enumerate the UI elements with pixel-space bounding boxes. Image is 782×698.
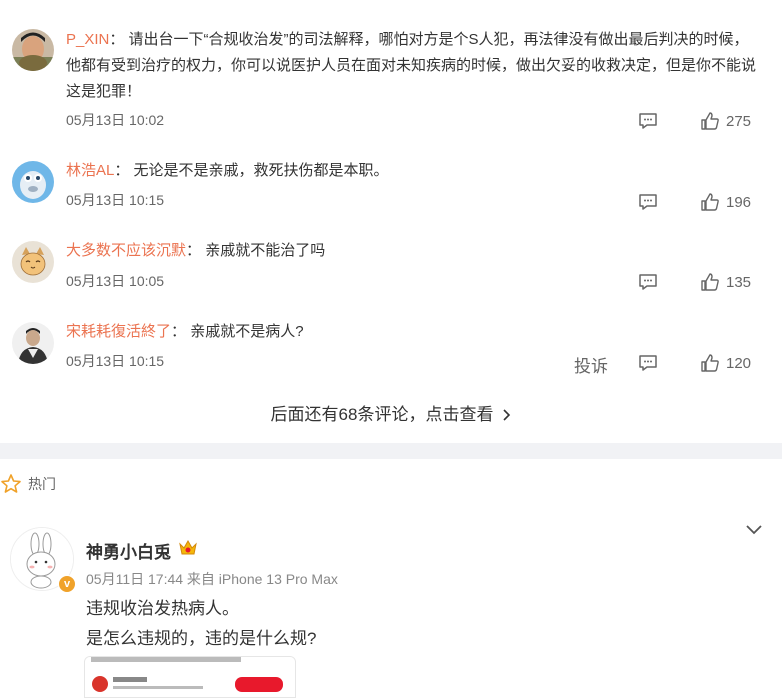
avatar-image bbox=[12, 161, 54, 203]
post-text-line-1: 违规收治发热病人。 bbox=[86, 599, 239, 618]
comment-time: 05月13日 10:05 bbox=[66, 273, 165, 289]
thumbs-up-icon bbox=[701, 193, 719, 211]
comment-body: 请出台一下“合规收治发”的司法解释，哪怕对方是个S人犯，再法律没有做出最后判决的… bbox=[66, 31, 757, 100]
hot-section-header: 热门 bbox=[0, 474, 56, 494]
comment-text: 宋耗耗復活終了： 亲戚就不是病人? bbox=[66, 323, 304, 340]
post-text-line-2: 是怎么违规的，违的是什么规? bbox=[86, 629, 317, 648]
reply-button[interactable] bbox=[638, 112, 658, 130]
chevron-right-icon bbox=[501, 406, 511, 426]
more-comments-label: 后面还有68条评论，点击查看 bbox=[270, 405, 494, 424]
comment-time: 05月13日 10:15 bbox=[66, 192, 165, 208]
star-icon bbox=[1, 474, 21, 493]
thumbs-up-icon bbox=[701, 354, 719, 372]
comment-body: 亲戚就不是病人? bbox=[190, 323, 304, 340]
thumbs-up-icon bbox=[701, 273, 719, 291]
like-button[interactable]: 196 bbox=[700, 192, 751, 212]
like-count: 196 bbox=[726, 193, 752, 211]
comment-body: 无论是不是亲戚，救死扶伤都是本职。 bbox=[133, 162, 389, 179]
crown-badge-icon bbox=[178, 538, 198, 558]
post-author[interactable]: 神勇小白兎 bbox=[86, 538, 171, 563]
avatar[interactable] bbox=[12, 322, 54, 364]
more-comments-link[interactable]: 后面还有68条评论，点击查看 bbox=[0, 400, 782, 426]
like-button[interactable]: 120 bbox=[700, 353, 751, 373]
avatar-image bbox=[12, 322, 54, 364]
reply-button[interactable] bbox=[638, 354, 658, 372]
post-image-preview[interactable] bbox=[84, 656, 296, 698]
like-button[interactable]: 135 bbox=[700, 272, 751, 292]
comment-text: P_XIN： 请出台一下“合规收治发”的司法解释，哪怕对方是个S人犯，再法律没有… bbox=[66, 31, 757, 100]
section-divider bbox=[0, 443, 782, 459]
comment-icon bbox=[639, 194, 657, 210]
comment-time: 05月13日 10:02 bbox=[66, 112, 165, 128]
avatar[interactable] bbox=[12, 29, 54, 71]
hot-label: 热门 bbox=[28, 476, 56, 492]
avatar-image bbox=[12, 241, 54, 283]
verified-badge-icon: v bbox=[58, 575, 76, 593]
chevron-down-icon[interactable] bbox=[744, 522, 764, 538]
screenshot-thumbnail bbox=[85, 657, 295, 697]
comment-username[interactable]: 林浩AL bbox=[66, 162, 114, 179]
like-button[interactable]: 275 bbox=[700, 111, 751, 131]
comment-icon bbox=[639, 274, 657, 290]
comment-username[interactable]: P_XIN bbox=[66, 31, 109, 48]
post-meta: 05月11日 17:44 来自 iPhone 13 Pro Max bbox=[86, 571, 338, 587]
avatar-image bbox=[12, 29, 54, 71]
comment-text: 大多数不应该沉默： 亲戚就不能治了吗 bbox=[66, 242, 326, 259]
like-count: 135 bbox=[726, 273, 752, 291]
report-button[interactable]: 投诉 bbox=[574, 352, 608, 377]
reply-button[interactable] bbox=[638, 273, 658, 291]
comment-body: 亲戚就不能治了吗 bbox=[205, 242, 326, 259]
reply-button[interactable] bbox=[638, 193, 658, 211]
comment-time: 05月13日 10:15 bbox=[66, 353, 165, 369]
comment-icon bbox=[639, 113, 657, 129]
comment-icon bbox=[639, 355, 657, 371]
avatar[interactable] bbox=[12, 161, 54, 203]
comment-text: 林浩AL： 无论是不是亲戚，救死扶伤都是本职。 bbox=[66, 162, 389, 179]
thumbs-up-icon bbox=[701, 112, 719, 130]
like-count: 275 bbox=[726, 112, 752, 130]
comment-username[interactable]: 大多数不应该沉默 bbox=[66, 242, 186, 259]
comment-username[interactable]: 宋耗耗復活終了 bbox=[66, 323, 171, 340]
avatar[interactable] bbox=[12, 241, 54, 283]
like-count: 120 bbox=[726, 354, 752, 372]
